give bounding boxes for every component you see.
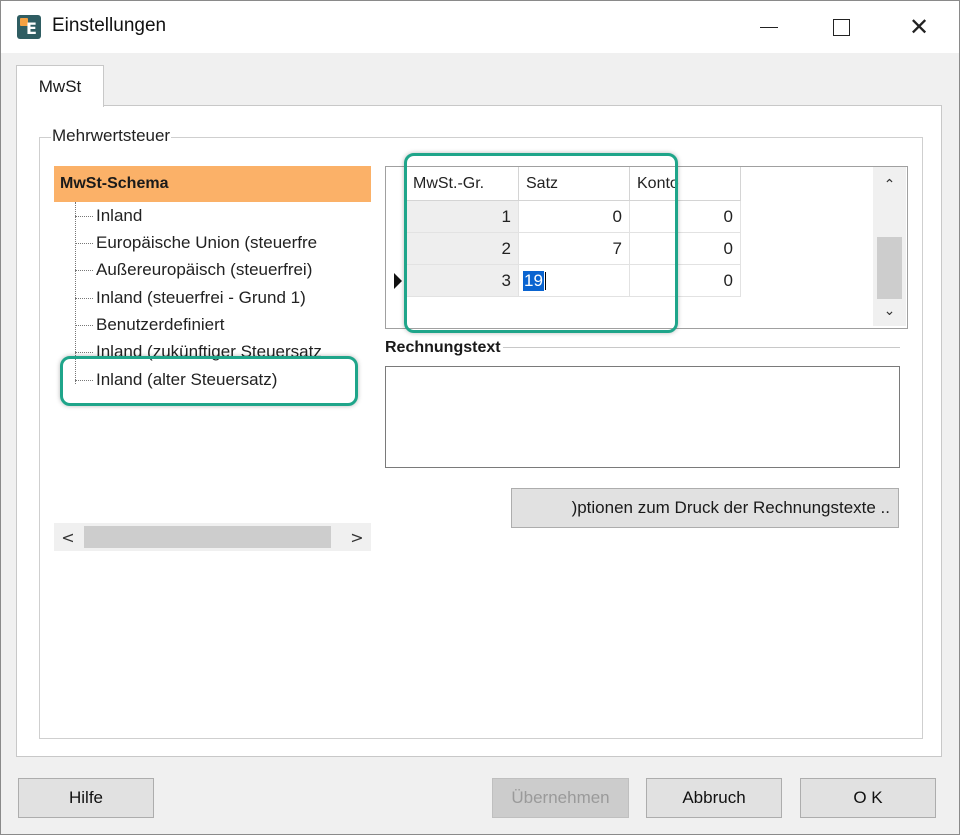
grid-vertical-scrollbar[interactable]: ⌃ ⌄ [873, 167, 906, 326]
scroll-up-icon[interactable]: ⌃ [873, 169, 906, 201]
selected-text: 19 [523, 270, 544, 291]
cell-satz-editing[interactable]: 19 [519, 265, 630, 297]
app-icon [17, 15, 41, 39]
apply-button[interactable]: Übernehmen [492, 778, 629, 818]
title-bar: Einstellungen ✕ [1, 1, 959, 53]
scroll-right-icon[interactable]: > [343, 523, 371, 551]
close-button[interactable]: ✕ [879, 1, 959, 53]
scroll-down-icon[interactable]: ⌄ [873, 295, 906, 327]
cell-konto[interactable]: 0 [630, 265, 741, 297]
maximize-button[interactable] [801, 1, 881, 53]
tree-item-label: Benutzerdefiniert [96, 315, 225, 334]
cell-satz[interactable]: 7 [519, 233, 630, 265]
tree-item-label: Inland (zukünftiger Steuersatz [96, 342, 322, 361]
mwst-schema-tree: Inland Europäische Union (steuerfre Auße… [54, 202, 371, 522]
cell-konto[interactable]: 0 [630, 233, 741, 265]
text-caret [544, 271, 546, 290]
minimize-icon [760, 26, 778, 28]
column-header-mwst-gruppe[interactable]: MwSt.-Gr. [406, 167, 519, 201]
table-row: 1 0 0 [406, 201, 741, 233]
current-row-icon [394, 273, 402, 289]
maximize-icon [832, 18, 850, 36]
help-button[interactable]: Hilfe [18, 778, 154, 818]
cell-konto[interactable]: 0 [630, 201, 741, 233]
scrollbar-thumb[interactable] [84, 526, 331, 548]
table-row: 2 7 0 [406, 233, 741, 265]
table-row: 3 19 0 [406, 265, 741, 297]
cell-mwst-gruppe[interactable]: 3 [406, 265, 519, 297]
grid-header: MwSt.-Gr. Satz Konto [406, 167, 741, 201]
tree-item-benutzerdefiniert[interactable]: Benutzerdefiniert [75, 312, 225, 338]
tree-item-inland-alt[interactable]: Inland (alter Steuersatz) [75, 367, 277, 393]
tree-item-label: Europäische Union (steuerfre [96, 233, 318, 252]
tree-item-label: Inland (alter Steuersatz) [96, 370, 278, 389]
ok-button[interactable]: O K [800, 778, 936, 818]
column-header-satz[interactable]: Satz [519, 167, 630, 201]
tree-item-eu[interactable]: Europäische Union (steuerfre [75, 230, 317, 256]
close-icon: ✕ [908, 13, 930, 41]
minimize-button[interactable] [729, 1, 809, 53]
rechnungstext-label: Rechnungstext [385, 339, 503, 357]
tree-item-inland-zukuenftig[interactable]: Inland (zukünftiger Steuersatz [75, 339, 322, 365]
scroll-left-icon[interactable]: < [54, 523, 82, 551]
print-options-button[interactable]: )ptionen zum Druck der Rechnungstexte .. [511, 488, 899, 528]
column-header-konto[interactable]: Konto [630, 167, 741, 201]
tree-item-label: Außereuropäisch (steuerfrei) [96, 260, 313, 279]
cell-mwst-gruppe[interactable]: 1 [406, 201, 519, 233]
window-title: Einstellungen [52, 15, 167, 36]
tree-item-aussereuropaeisch[interactable]: Außereuropäisch (steuerfrei) [75, 257, 312, 283]
tree-item-label: Inland (steuerfrei - Grund 1) [96, 288, 306, 307]
tree-node-mwst-schema[interactable]: MwSt-Schema [54, 166, 371, 202]
cell-satz[interactable]: 0 [519, 201, 630, 233]
scrollbar-thumb[interactable] [877, 237, 902, 299]
group-label: Mehrwertsteuer [51, 126, 172, 146]
tree-item-inland[interactable]: Inland [75, 203, 142, 229]
rechnungstext-field[interactable] [385, 366, 900, 468]
cancel-button[interactable]: Abbruch [646, 778, 782, 818]
cell-mwst-gruppe[interactable]: 2 [406, 233, 519, 265]
mwst-grid: MwSt.-Gr. Satz Konto 1 0 0 2 7 0 3 19 0 … [385, 166, 908, 329]
tree-horizontal-scrollbar[interactable]: < > [54, 523, 371, 551]
tab-mwst[interactable]: MwSt [16, 65, 104, 107]
tree-item-inland-steuerfrei[interactable]: Inland (steuerfrei - Grund 1) [75, 285, 306, 311]
settings-window: Einstellungen ✕ MwSt Mehrwertsteuer MwSt… [0, 0, 960, 835]
tree-item-label: Inland [96, 206, 143, 225]
